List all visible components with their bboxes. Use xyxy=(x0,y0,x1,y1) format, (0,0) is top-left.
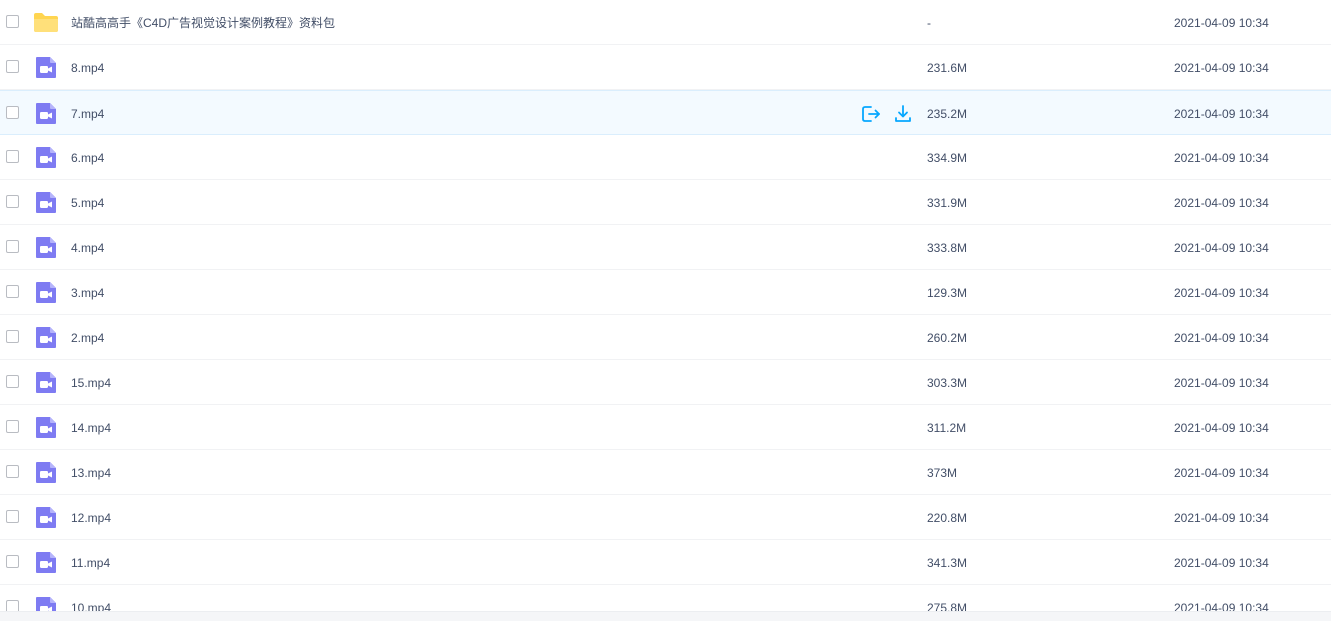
file-date: 2021-04-09 10:34 xyxy=(1174,61,1269,75)
video-file-icon xyxy=(35,416,58,438)
file-size: 331.9M xyxy=(927,196,968,210)
video-file-icon xyxy=(35,371,58,393)
row-checkbox[interactable] xyxy=(6,15,19,28)
row-checkbox[interactable] xyxy=(6,375,19,388)
file-date: 2021-04-09 10:34 xyxy=(1174,376,1269,390)
row-checkbox[interactable] xyxy=(6,150,19,163)
video-file-icon xyxy=(35,102,58,124)
file-name[interactable]: 6.mp4 xyxy=(71,150,104,166)
file-date: 2021-04-09 10:34 xyxy=(1174,511,1269,525)
video-file-icon xyxy=(35,326,58,348)
row-checkbox[interactable] xyxy=(6,420,19,433)
horizontal-scrollbar[interactable] xyxy=(0,611,1331,621)
file-size: 235.2M xyxy=(927,107,968,121)
row-checkbox[interactable] xyxy=(6,330,19,343)
file-name[interactable]: 14.mp4 xyxy=(71,420,111,436)
file-date: 2021-04-09 10:34 xyxy=(1174,16,1269,30)
file-name[interactable]: 3.mp4 xyxy=(71,285,104,301)
file-name[interactable]: 15.mp4 xyxy=(71,375,111,391)
video-file-icon xyxy=(35,281,58,303)
file-row[interactable]: 7.mp4 235.2M 2021-04-09 10:34 xyxy=(0,90,1331,135)
file-name[interactable]: 2.mp4 xyxy=(71,330,104,346)
row-checkbox[interactable] xyxy=(6,555,19,568)
file-name[interactable]: 7.mp4 xyxy=(71,106,104,122)
file-row[interactable]: 13.mp4 373M 2021-04-09 10:34 xyxy=(0,450,1331,495)
file-row[interactable]: 12.mp4 220.8M 2021-04-09 10:34 xyxy=(0,495,1331,540)
file-size: 220.8M xyxy=(927,511,968,525)
video-file-icon xyxy=(35,506,58,528)
video-file-icon xyxy=(35,551,58,573)
row-checkbox[interactable] xyxy=(6,195,19,208)
row-checkbox[interactable] xyxy=(6,106,19,119)
file-name[interactable]: 5.mp4 xyxy=(71,195,104,211)
video-file-icon xyxy=(35,146,58,168)
video-file-icon xyxy=(35,56,58,78)
file-date: 2021-04-09 10:34 xyxy=(1174,556,1269,570)
file-size: 334.9M xyxy=(927,151,968,165)
row-checkbox[interactable] xyxy=(6,510,19,523)
file-row[interactable]: 2.mp4 260.2M 2021-04-09 10:34 xyxy=(0,315,1331,360)
file-date: 2021-04-09 10:34 xyxy=(1174,107,1269,121)
file-size: 311.2M xyxy=(927,421,967,435)
file-size: 303.3M xyxy=(927,376,968,390)
download-icon[interactable] xyxy=(893,104,913,124)
file-name[interactable]: 13.mp4 xyxy=(71,465,111,481)
file-row[interactable]: 11.mp4 341.3M 2021-04-09 10:34 xyxy=(0,540,1331,585)
file-size: 341.3M xyxy=(927,556,968,570)
share-icon[interactable] xyxy=(861,104,881,124)
file-row[interactable]: 3.mp4 129.3M 2021-04-09 10:34 xyxy=(0,270,1331,315)
file-row[interactable]: 5.mp4 331.9M 2021-04-09 10:34 xyxy=(0,180,1331,225)
file-name[interactable]: 站酷高高手《C4D广告视觉设计案例教程》资料包 xyxy=(71,15,335,31)
file-date: 2021-04-09 10:34 xyxy=(1174,421,1269,435)
file-date: 2021-04-09 10:34 xyxy=(1174,331,1269,345)
file-row[interactable]: 8.mp4 231.6M 2021-04-09 10:34 xyxy=(0,45,1331,90)
file-row[interactable]: 4.mp4 333.8M 2021-04-09 10:34 xyxy=(0,225,1331,270)
file-name[interactable]: 11.mp4 xyxy=(71,555,110,571)
video-file-icon xyxy=(35,191,58,213)
file-row[interactable]: 6.mp4 334.9M 2021-04-09 10:34 xyxy=(0,135,1331,180)
file-size: 333.8M xyxy=(927,241,968,255)
video-file-icon xyxy=(35,236,58,258)
file-date: 2021-04-09 10:34 xyxy=(1174,151,1269,165)
file-date: 2021-04-09 10:34 xyxy=(1174,286,1269,300)
file-list: 站酷高高手《C4D广告视觉设计案例教程》资料包 - 2021-04-09 10:34… xyxy=(0,0,1331,621)
file-size: 231.6M xyxy=(927,61,968,75)
row-checkbox[interactable] xyxy=(6,285,19,298)
file-date: 2021-04-09 10:34 xyxy=(1174,466,1269,480)
file-size: - xyxy=(927,16,931,30)
video-file-icon xyxy=(35,461,58,483)
file-row[interactable]: 站酷高高手《C4D广告视觉设计案例教程》资料包 - 2021-04-09 10:34 xyxy=(0,0,1331,45)
file-row[interactable]: 15.mp4 303.3M 2021-04-09 10:34 xyxy=(0,360,1331,405)
row-checkbox[interactable] xyxy=(6,60,19,73)
row-checkbox[interactable] xyxy=(6,465,19,478)
file-size: 260.2M xyxy=(927,331,968,345)
row-checkbox[interactable] xyxy=(6,240,19,253)
file-size: 373M xyxy=(927,466,958,480)
file-name[interactable]: 8.mp4 xyxy=(71,60,104,76)
file-name[interactable]: 4.mp4 xyxy=(71,240,104,256)
file-name[interactable]: 12.mp4 xyxy=(71,510,111,526)
file-date: 2021-04-09 10:34 xyxy=(1174,241,1269,255)
file-date: 2021-04-09 10:34 xyxy=(1174,196,1269,210)
folder-icon xyxy=(33,12,58,33)
file-size: 129.3M xyxy=(927,286,968,300)
file-row[interactable]: 14.mp4 311.2M 2021-04-09 10:34 xyxy=(0,405,1331,450)
